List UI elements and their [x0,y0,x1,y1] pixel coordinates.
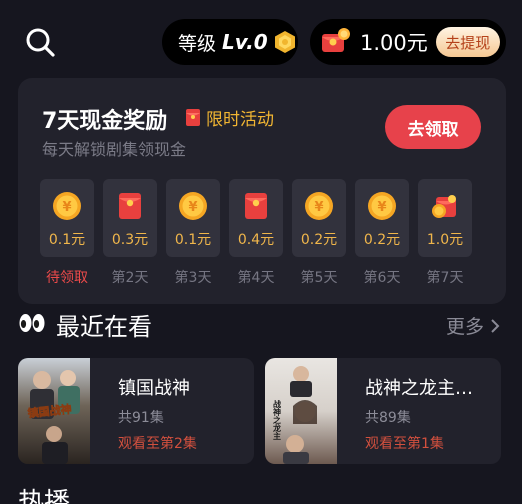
drama-episode-count: 共89集 [365,410,411,426]
day-label: 第5天 [300,270,338,286]
red-envelope-icon [119,193,141,219]
day-reward-box: ¥ 0.1元 [40,179,94,257]
drama-episode-count: 共91集 [118,410,164,426]
day-label: 第7天 [426,270,464,286]
day-reward-box: 1.0元 [418,179,472,257]
day-amount: 0.3元 [111,232,149,248]
search-button[interactable] [24,26,58,60]
day-reward-box: ¥ 0.2元 [292,179,346,257]
day-reward-box: 0.3元 [103,179,157,257]
more-label: 更多 [446,316,485,338]
day-reward-box: ¥ 0.2元 [355,179,409,257]
day-amount: 0.2元 [363,232,401,248]
level-badge-pill[interactable]: 等级 Lv.0 [162,19,298,65]
day-amount: 0.1元 [48,232,86,248]
day-reward-item[interactable]: ¥ 0.1元 第3天 [166,179,220,287]
red-envelope-icon [245,193,267,219]
section-title-partial: 热播 [18,488,71,504]
drama-poster: 镇国战神 [18,358,90,464]
coin-icon: ¥ [305,192,333,220]
drama-title: 战神之龙主… [365,378,473,399]
day-amount: 1.0元 [426,232,464,248]
coin-icon: ¥ [368,192,396,220]
day-amount: 0.4元 [237,232,275,248]
day-reward-item[interactable]: 0.3元 第2天 [103,179,157,287]
reward-title: 7天现金奖励 [42,109,168,134]
coin-icon: ¥ [179,192,207,220]
day-reward-item[interactable]: ¥ 0.2元 第5天 [292,179,346,287]
day-reward-item[interactable]: 0.4元 第4天 [229,179,283,287]
eyes-icon [19,314,45,332]
svg-text:¥: ¥ [314,200,323,215]
svg-text:¥: ¥ [188,200,197,215]
coin-icon: ¥ [53,192,81,220]
day-label: 第3天 [174,270,212,286]
svg-text:¥: ¥ [62,200,71,215]
day-reward-item[interactable]: ¥ 0.2元 第6天 [355,179,409,287]
day-reward-box: 0.4元 [229,179,283,257]
cash-reward-card: 7天现金奖励 限时活动 每天解锁剧集领现金 去领取 ¥ 0.1元 待领取 0.3… [18,78,506,304]
red-envelope-icon [322,28,350,52]
level-label: 等级 [178,32,217,55]
red-envelope-icon [186,109,200,126]
level-value: Lv.0 [222,30,268,54]
gift-envelope-icon [432,195,456,218]
cash-balance-pill[interactable]: 1.00元 去提现 [310,19,506,65]
drama-poster: 战神之龙主 [265,358,337,464]
day-amount: 0.2元 [300,232,338,248]
section-title-recent: 最近在看 [56,313,152,341]
chevron-right-icon [491,318,500,333]
drama-watch-progress: 观看至第2集 [118,436,197,452]
drama-card[interactable]: 战神之龙主 战神之龙主… 共89集 观看至第1集 [265,358,501,464]
drama-watch-progress: 观看至第1集 [365,436,444,452]
more-link[interactable]: 更多 [446,312,500,339]
promo-tag: 限时活动 [206,110,274,130]
day-reward-box: ¥ 0.1元 [166,179,220,257]
search-icon [26,28,55,57]
claim-button[interactable]: 去领取 [385,105,481,149]
day-label: 第2天 [111,270,149,286]
day-label: 第6天 [363,270,401,286]
svg-text:¥: ¥ [377,200,386,215]
reward-subtitle: 每天解锁剧集领现金 [42,140,187,159]
hexagon-badge-icon [274,31,295,53]
day-label: 第4天 [237,270,275,286]
day-reward-item[interactable]: ¥ 0.1元 待领取 [40,179,94,287]
poster-title-text: 战神之龙主 [273,399,282,441]
day-label: 待领取 [46,270,88,286]
day-reward-item[interactable]: 1.0元 第7天 [418,179,472,287]
drama-card[interactable]: 镇国战神 镇国战神 共91集 观看至第2集 [18,358,254,464]
drama-title: 镇国战神 [118,378,190,399]
day-amount: 0.1元 [174,232,212,248]
cash-amount: 1.00元 [360,31,428,55]
withdraw-button[interactable]: 去提现 [435,27,500,57]
